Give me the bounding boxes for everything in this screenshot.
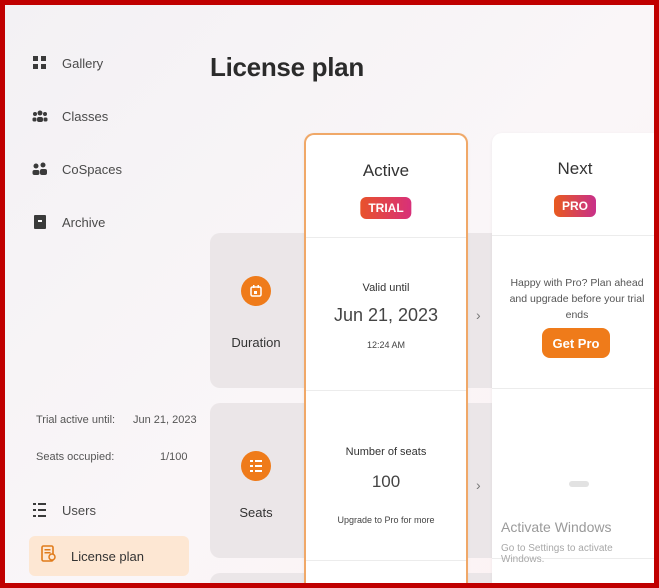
divider [492,388,654,389]
sidebar-item-label: Users [62,502,96,518]
sidebar-item-users[interactable]: Users [32,495,96,525]
seats-info: Seats occupied: 1/100 [36,451,188,463]
sidebar-item-label: Gallery [62,55,104,71]
seats-label: Seats [239,505,273,520]
valid-until-time: 12:24 AM [366,340,406,350]
number-of-seats-label: Number of seats [345,446,427,458]
chevron-right-icon: › [476,307,481,323]
loading-placeholder [569,481,589,487]
divider [306,560,466,561]
number-of-seats-value: 100 [371,472,401,491]
group-icon [32,108,48,124]
trial-info: Trial active until: Jun 21, 2023 [36,414,197,426]
active-heading: Active [362,161,410,180]
divider [306,390,466,391]
sidebar-item-classes[interactable]: Classes [32,101,108,131]
valid-until-label: Valid until [362,282,410,294]
divider [492,235,654,236]
grid-icon [32,55,48,71]
list-icon [32,502,48,518]
sidebar-item-label: Classes [62,108,109,124]
calendar-icon [241,276,271,306]
sidebar: Gallery Classes CoSpaces Archive Trial a… [10,10,200,583]
trial-badge: TRIAL [360,197,412,219]
sidebar-item-gallery[interactable]: Gallery [32,48,103,78]
upgrade-hint: Upgrade to Pro for more [337,515,435,525]
seats-label: Seats occupied: [36,451,115,463]
sidebar-item-label: CoSpaces [62,161,122,177]
app-frame: Gallery Classes CoSpaces Archive Trial a… [0,0,659,588]
valid-until-date: Jun 21, 2023 [333,305,439,325]
sidebar-item-label: License plan [71,548,144,564]
upgrade-prompt: Happy with Pro? Plan ahead and upgrade b… [509,277,645,321]
sidebar-item-cospaces[interactable]: CoSpaces [32,154,122,184]
people-icon [32,161,48,177]
activate-windows-title: Activate Windows [501,519,612,535]
get-pro-button[interactable]: Get Pro [542,328,610,358]
next-heading: Next [557,159,593,178]
page-title: License plan [210,52,364,82]
license-icon [41,544,57,568]
duration-label: Duration [231,335,281,350]
seats-value: 1/100 [160,451,188,463]
trial-value: Jun 21, 2023 [133,414,197,426]
sidebar-item-label: Archive [62,214,106,230]
sidebar-item-archive[interactable]: Archive [32,207,105,237]
sidebar-item-license-plan[interactable]: License plan [29,536,189,576]
divider [306,237,466,238]
seats-icon [241,451,271,481]
active-plan-card: Active TRIAL Valid until Jun 21, 2023 12… [304,133,468,583]
archive-icon [32,214,48,230]
pro-badge: PRO [553,195,597,217]
trial-label: Trial active until: [36,414,116,426]
activate-windows-subtitle: Go to Settings to activate Windows. [501,543,613,565]
chevron-right-icon: › [476,477,481,493]
